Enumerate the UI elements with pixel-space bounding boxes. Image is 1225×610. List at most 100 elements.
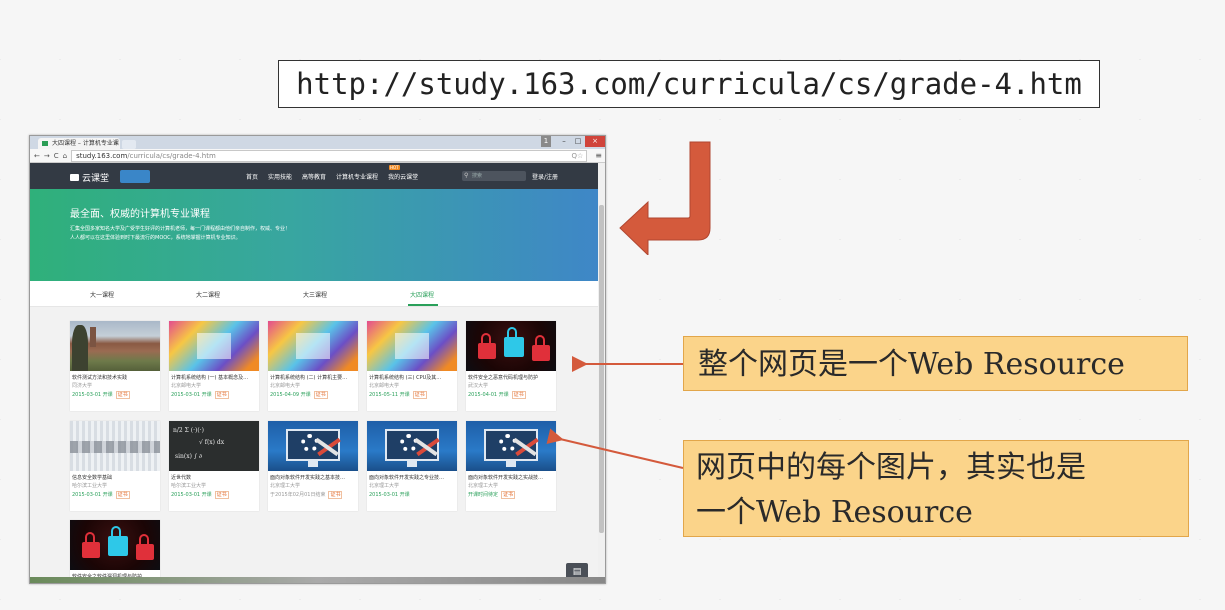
- address-input[interactable]: study.163.com/curricula/cs/grade-4.htm Q…: [71, 149, 588, 162]
- site-nav-links: 首页 实用技能 高等教育 计算机专业课程 我的云课堂: [246, 172, 418, 181]
- course-card[interactable]: 计算机系统结构 (二) 计算机主要… 北京邮电大学 2015-04-09 开课 证书: [268, 321, 358, 411]
- course-title[interactable]: 计算机系统结构 (二) 计算机主要…: [270, 374, 356, 381]
- maximize-button[interactable]: □: [571, 136, 585, 147]
- course-card[interactable]: 软件测试方法和技术实践 同济大学 2015-03-01 开课 证书: [70, 321, 160, 411]
- course-meta: 2015-04-09 开课 证书: [270, 391, 356, 399]
- site-search-input[interactable]: ⚲ 搜索: [462, 171, 526, 181]
- course-title[interactable]: 近世代数: [171, 474, 257, 481]
- bent-arrow-icon: [619, 141, 711, 255]
- course-card[interactable]: 软件安全之软件漏洞机理与防护武汉大学开课时间待定证书: [70, 520, 160, 583]
- course-card[interactable]: n/2 Σ (·)(·) √ f(x) dx sin(x) ∫ ∂ 近世代数哈尔滨工业…: [169, 421, 259, 511]
- taskbar-strip: [30, 577, 605, 583]
- course-title[interactable]: 面向对象软件开发实践之基本技…: [270, 474, 356, 481]
- hero-line-2: 人人都可以在这里体验到时下最流行的MOOC，系统地掌握计算机专业知识。: [70, 235, 241, 241]
- course-title[interactable]: 软件安全之恶意代码机理与防护: [468, 374, 554, 381]
- course-title[interactable]: 面向对象软件开发实践之实战技…: [468, 474, 554, 481]
- course-meta: 于2015年02月01日结束 证书: [270, 491, 356, 499]
- browser-tab[interactable]: 大四课程 – 计算机专业课 ×: [38, 138, 120, 149]
- note-each-image-line-1: 网页中的每个图片，其实也是: [696, 450, 1086, 485]
- course-card[interactable]: 软件安全之恶意代码机理与防护 武汉大学 2015-04-01 开课 证书: [466, 321, 556, 411]
- course-title[interactable]: 软件测试方法和技术实践: [72, 374, 158, 381]
- course-title[interactable]: 计算机系统结构 (三) CPU及其…: [369, 374, 455, 381]
- hero-banner: 最全面、权威的计算机专业课程 汇集全国多家知名大学及广受学生好评的计算机老师，每…: [30, 189, 605, 281]
- nav-link-skills[interactable]: 实用技能: [268, 172, 292, 181]
- course-title[interactable]: 信息安全数学基础: [72, 474, 158, 481]
- course-meta: 2015-03-01 开课 证书: [171, 491, 257, 499]
- nav-link-home[interactable]: 首页: [246, 172, 258, 181]
- course-card[interactable]: 面向对象软件开发实践之实战技… 北京理工大学 开课时间待定 证书: [466, 421, 556, 511]
- browser-tab-title: 大四课程 – 计算机专业课: [52, 140, 119, 147]
- course-meta: 2015-03-01 开课 证书: [171, 391, 257, 399]
- tab-grade-2[interactable]: 大二课程: [196, 290, 220, 299]
- course-title[interactable]: 计算机系统结构 (一) 基本概念及…: [171, 374, 257, 381]
- tab-grade-3[interactable]: 大三课程: [303, 290, 327, 299]
- course-image-monitor-tools[interactable]: [367, 421, 457, 471]
- window-controls: 1 – □ ×: [541, 136, 605, 149]
- reload-icon[interactable]: C: [54, 152, 59, 160]
- course-meta: 2015-04-01 开课 证书: [468, 391, 554, 399]
- certificate-badge: 证书: [115, 391, 130, 399]
- course-image-padlocks[interactable]: [466, 321, 556, 371]
- course-date: 2015-04-09 开课: [270, 392, 311, 398]
- certificate-badge: 证书: [313, 391, 328, 399]
- scrollbar-thumb[interactable]: [599, 205, 604, 533]
- tab-close-icon[interactable]: ×: [113, 138, 118, 149]
- course-school: 哈尔滨工业大学: [171, 483, 207, 489]
- course-school: 北京理工大学: [369, 483, 400, 489]
- certificate-badge: 证书: [328, 491, 343, 499]
- course-date: 开课时间待定: [468, 492, 499, 498]
- tab-grade-4[interactable]: 大四课程: [410, 290, 434, 299]
- nav-link-higher-ed[interactable]: 高等教育: [302, 172, 326, 181]
- page-scrollbar[interactable]: [598, 163, 605, 583]
- course-card[interactable]: 计算机系统结构 (一) 基本概念及… 北京邮电大学 2015-03-01 开课 证书: [169, 321, 259, 411]
- hot-badge: HOT: [389, 165, 400, 170]
- login-link[interactable]: 登录/注册: [532, 172, 558, 181]
- course-school: 武汉大学: [468, 383, 489, 389]
- course-school: 哈尔滨工业大学: [72, 483, 108, 489]
- course-card[interactable]: 面向对象软件开发实践之基本技… 北京理工大学 于2015年02月01日结束 证书: [268, 421, 358, 511]
- search-placeholder: 搜索: [472, 173, 483, 179]
- course-image-computer-art[interactable]: [268, 321, 358, 371]
- course-school: 北京邮电大学: [171, 383, 202, 389]
- bookmark-star-icon[interactable]: Q☆: [572, 151, 584, 161]
- course-date: 2015-03-01 开课: [72, 392, 113, 398]
- site-logo[interactable]: 云课堂: [70, 171, 109, 184]
- promo-badge[interactable]: [120, 170, 150, 183]
- note-whole-page: 整个网页是一个Web Resource: [683, 336, 1188, 391]
- course-image-chalkboard[interactable]: n/2 Σ (·)(·) √ f(x) dx sin(x) ∫ ∂: [169, 421, 259, 471]
- course-meta: 开课时间待定 证书: [468, 491, 554, 499]
- nav-link-cs-courses[interactable]: 计算机专业课程: [336, 172, 378, 181]
- minimize-button[interactable]: –: [557, 136, 571, 147]
- course-image-computer-art[interactable]: [367, 321, 457, 371]
- home-icon[interactable]: ⌂: [63, 152, 67, 160]
- nav-link-my-classroom[interactable]: 我的云课堂: [388, 172, 418, 181]
- browser-window: 大四课程 – 计算机专业课 × 1 – □ × ← → C ⌂ study.16…: [29, 135, 606, 584]
- course-image-computer-art[interactable]: [169, 321, 259, 371]
- back-icon[interactable]: ←: [34, 152, 40, 160]
- course-school: 北京邮电大学: [270, 383, 301, 389]
- course-card[interactable]: 计算机系统结构 (三) CPU及其… 北京邮电大学 2015-05-11 开课 证书: [367, 321, 457, 411]
- course-school: 北京理工大学: [468, 483, 499, 489]
- course-image-monitor-tools[interactable]: [268, 421, 358, 471]
- course-school: 北京邮电大学: [369, 383, 400, 389]
- course-image-monitor-tools[interactable]: [466, 421, 556, 471]
- course-card[interactable]: 面向对象软件开发实践之专业技… 北京理工大学 2015-03-01 开课: [367, 421, 457, 511]
- course-image-binary-chain[interactable]: [70, 421, 160, 471]
- close-window-button[interactable]: ×: [585, 136, 605, 147]
- course-image-padlocks[interactable]: [70, 520, 160, 570]
- page-viewport: 云课堂 首页 实用技能 高等教育 计算机专业课程 我的云课堂 HOT ⚲ 搜索 …: [30, 163, 605, 583]
- url-caption: http://study.163.com/curricula/cs/grade-…: [278, 60, 1100, 108]
- certificate-badge: 证书: [501, 491, 516, 499]
- certificate-badge: 证书: [511, 391, 526, 399]
- course-image-campus[interactable]: [70, 321, 160, 371]
- course-title[interactable]: 面向对象软件开发实践之专业技…: [369, 474, 455, 481]
- address-domain: study.163.com: [76, 151, 128, 160]
- new-tab-button[interactable]: [122, 140, 136, 149]
- course-meta: 2015-03-01 开课 证书: [72, 391, 158, 399]
- menu-icon[interactable]: ≡: [595, 151, 602, 160]
- profile-button[interactable]: 1: [541, 136, 551, 147]
- course-date: 2015-03-01 开课: [171, 392, 212, 398]
- forward-icon[interactable]: →: [44, 152, 50, 160]
- tab-grade-1[interactable]: 大一课程: [90, 290, 114, 299]
- course-card[interactable]: 信息安全数学基础 哈尔滨工业大学 2015-03-01 开课 证书: [70, 421, 160, 511]
